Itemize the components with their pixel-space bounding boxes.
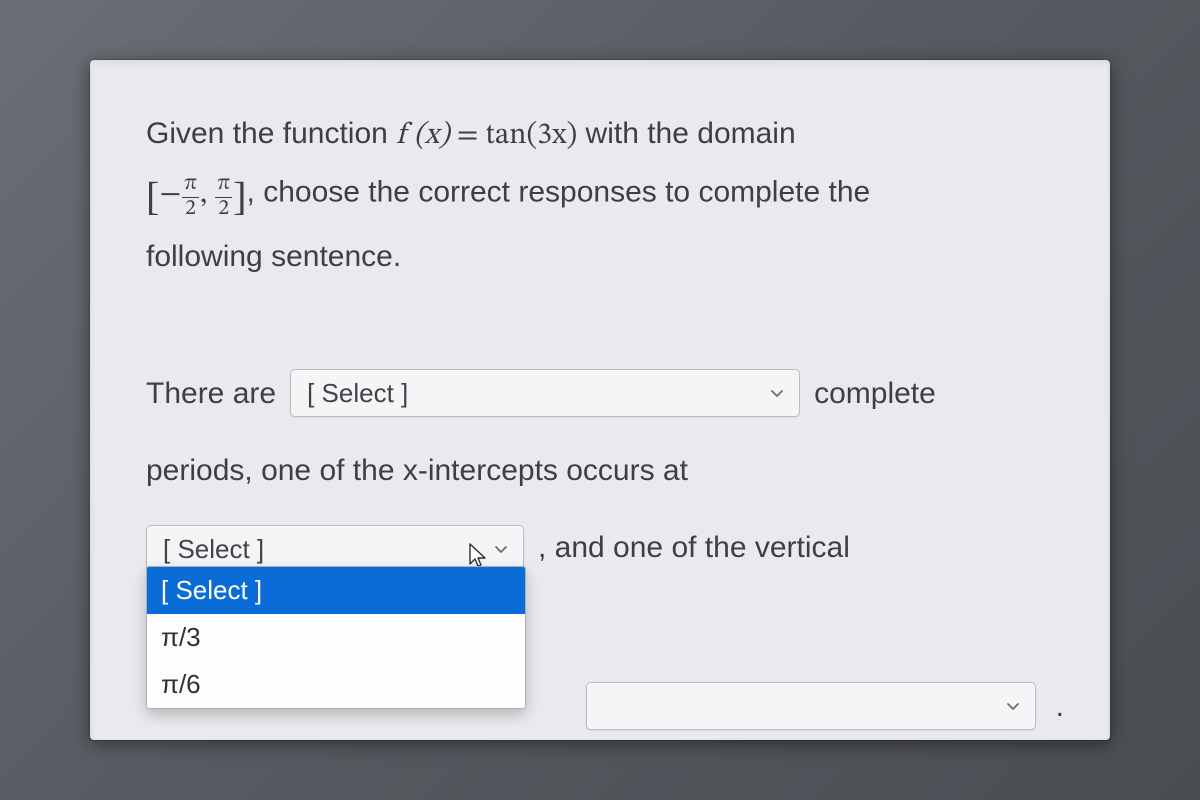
select-3-value: [603, 691, 610, 721]
select-2-dropdown: [ Select ] π/3 π/6: [146, 566, 526, 709]
math-fx: f (x) = tan(3x): [396, 121, 577, 151]
prompt-text-3: , choose the correct responses to comple…: [247, 176, 871, 209]
sentence-text-1: There are: [146, 362, 276, 425]
chevron-down-icon: [1005, 698, 1021, 714]
sentence-text-3: periods, one of the x-intercepts occurs …: [146, 439, 688, 502]
question-panel: Given the function f (x) = tan(3x) with …: [90, 60, 1110, 740]
dropdown-option-pi-6[interactable]: π/6: [147, 661, 525, 708]
prompt-text-1: Given the function: [146, 117, 396, 150]
chevron-down-icon: [769, 385, 785, 401]
select-1-periods[interactable]: [ Select ]: [290, 369, 800, 417]
select-3-asymptote[interactable]: [586, 682, 1036, 730]
dropdown-option-pi-3[interactable]: π/3: [147, 614, 525, 661]
sentence-final-period: .: [1056, 675, 1064, 738]
select-2-value: [ Select ]: [163, 534, 264, 564]
select-1-value: [ Select ]: [307, 378, 408, 408]
prompt-text-2: with the domain: [577, 117, 795, 150]
dropdown-option-header[interactable]: [ Select ]: [147, 567, 525, 614]
prompt-text-4: following sentence.: [146, 240, 401, 273]
math-interval: [−π2, π2]: [146, 180, 247, 210]
answer-sentence: There are [ Select ] complete periods, o…: [146, 362, 1054, 738]
sentence-text-2: complete: [814, 362, 936, 425]
sentence-text-4: , and one of the vertical: [538, 516, 850, 579]
question-prompt: Given the function f (x) = tan(3x) with …: [146, 108, 1054, 282]
chevron-down-icon: [493, 541, 509, 557]
